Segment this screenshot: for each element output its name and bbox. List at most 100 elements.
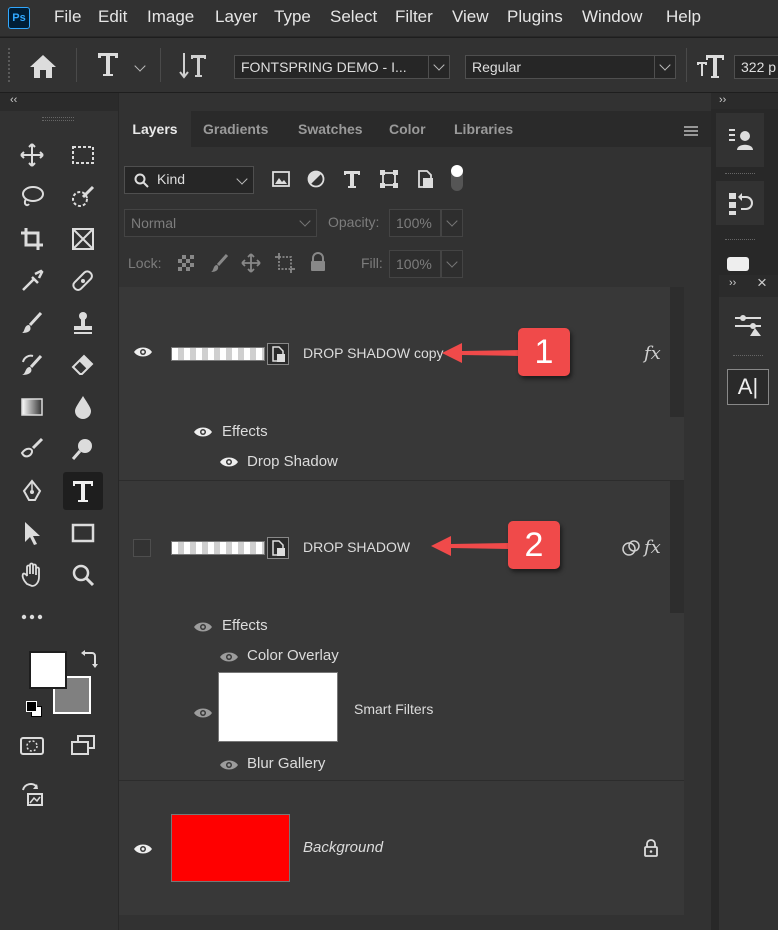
font-size-field[interactable]: 322 p — [734, 55, 778, 79]
dock-properties-button[interactable] — [716, 113, 764, 167]
clone-stamp-tool-icon[interactable] — [63, 304, 103, 342]
menu-view[interactable]: View — [452, 7, 489, 27]
pen-tool-icon[interactable] — [12, 472, 52, 510]
healing-brush-tool-icon[interactable] — [63, 262, 103, 300]
menu-edit[interactable]: Edit — [98, 7, 127, 27]
lock-position-icon[interactable] — [241, 253, 261, 276]
dock-history-button[interactable] — [716, 181, 764, 225]
quick-mask-icon[interactable] — [12, 727, 52, 765]
lock-icon[interactable] — [643, 839, 659, 860]
layer-name[interactable]: DROP SHADOW copy — [303, 345, 444, 361]
edit-toolbar-icon[interactable] — [12, 776, 52, 814]
opacity-arrow[interactable] — [441, 209, 463, 237]
pixel-layer-filter-icon[interactable] — [271, 169, 291, 192]
path-selection-tool-icon[interactable] — [12, 514, 52, 552]
visibility-toggle-off[interactable] — [133, 539, 151, 557]
marquee-tool-icon[interactable] — [63, 136, 103, 174]
history-brush-tool-icon[interactable] — [12, 346, 52, 384]
lock-transparent-pixels-icon[interactable] — [177, 254, 195, 275]
font-family-arrow[interactable] — [428, 55, 450, 79]
frame-tool-icon[interactable] — [63, 220, 103, 258]
tab-gradients[interactable]: Gradients — [203, 111, 268, 147]
toolbar-collapse-bar[interactable]: ‹‹ ‹‹ — [0, 93, 135, 111]
lock-artboard-icon[interactable] — [274, 253, 296, 276]
tab-libraries[interactable]: Libraries — [454, 111, 513, 147]
eraser-tool-icon[interactable] — [63, 346, 103, 384]
brush-tool-icon[interactable] — [12, 304, 52, 342]
fx-icon[interactable]: fx — [644, 343, 661, 364]
chevron-down-icon[interactable] — [134, 60, 146, 72]
dodge-tool-icon[interactable] — [12, 430, 52, 468]
fill-arrow[interactable] — [441, 250, 463, 278]
lock-image-pixels-icon[interactable] — [209, 253, 229, 276]
text-orientation-icon[interactable] — [178, 50, 208, 83]
swap-colors-icon[interactable] — [80, 650, 98, 671]
effect-color-overlay[interactable]: Color Overlay — [247, 647, 339, 664]
double-chevron-right-icon[interactable]: ›› — [729, 277, 736, 289]
quick-selection-tool-icon[interactable] — [63, 178, 103, 216]
dock-stub-icon[interactable] — [727, 257, 749, 271]
lock-all-icon[interactable] — [309, 252, 327, 275]
menu-select[interactable]: Select — [330, 7, 377, 27]
menu-image[interactable]: Image — [147, 7, 194, 27]
blur-tool-icon[interactable] — [63, 388, 103, 426]
font-style-arrow[interactable] — [654, 55, 676, 79]
smart-filters-visibility-eye-icon[interactable] — [193, 706, 213, 723]
adjustment-layer-filter-icon[interactable] — [306, 169, 326, 192]
layer-name[interactable]: Background — [303, 839, 383, 856]
opacity-field[interactable]: 100% — [389, 209, 441, 237]
layer-row-drop-shadow-copy[interactable]: DROP SHADOW copy fx Effects Drop Shadow — [119, 287, 684, 481]
effect-visibility-eye-icon[interactable] — [219, 650, 239, 667]
filter-toggle-switch[interactable] — [451, 165, 463, 191]
dock-adjustments-button[interactable] — [724, 303, 772, 347]
panel-menu-icon[interactable] — [683, 124, 699, 140]
crop-tool-icon[interactable] — [12, 220, 52, 258]
visibility-eye-icon[interactable] — [133, 345, 153, 362]
close-icon[interactable]: × — [757, 273, 767, 293]
tab-layers[interactable]: Layers — [119, 111, 191, 147]
menu-layer[interactable]: Layer — [215, 7, 258, 27]
layer-row-background[interactable]: Background — [119, 781, 684, 915]
menu-filter[interactable]: Filter — [395, 7, 433, 27]
lasso-tool-icon[interactable] — [12, 178, 52, 216]
effects-visibility-eye-icon[interactable] — [193, 620, 213, 637]
smart-filter-mask-thumbnail[interactable] — [218, 672, 338, 742]
tab-swatches[interactable]: Swatches — [298, 111, 363, 147]
move-tool-icon[interactable] — [12, 136, 52, 174]
effect-drop-shadow[interactable]: Drop Shadow — [247, 453, 338, 470]
shape-layer-filter-icon[interactable] — [379, 169, 399, 192]
type-tool-preset-icon[interactable] — [96, 50, 120, 81]
menu-help[interactable]: Help — [666, 7, 701, 27]
hand-tool-icon[interactable] — [12, 556, 52, 594]
menu-window[interactable]: Window — [582, 7, 642, 27]
menu-plugins[interactable]: Plugins — [507, 7, 563, 27]
effects-visibility-eye-icon[interactable] — [193, 425, 213, 442]
menu-type[interactable]: Type — [274, 7, 311, 27]
rectangle-tool-icon[interactable] — [63, 514, 103, 552]
double-chevron-left-icon[interactable]: ‹‹ — [10, 94, 17, 106]
zoom-tool-icon[interactable] — [63, 556, 103, 594]
blend-mode-dropdown[interactable]: Normal — [124, 209, 317, 237]
fx-icon[interactable]: fx — [644, 537, 661, 558]
visibility-eye-icon[interactable] — [133, 842, 153, 859]
more-tools-icon[interactable] — [12, 598, 52, 636]
filter-visibility-eye-icon[interactable] — [219, 758, 239, 775]
font-family-dropdown[interactable]: FONTSPRING DEMO - I... — [234, 55, 429, 79]
character-panel-icon[interactable]: A| — [727, 369, 769, 405]
screen-mode-icon[interactable] — [63, 727, 103, 765]
effect-visibility-eye-icon[interactable] — [219, 455, 239, 472]
type-tool-icon[interactable] — [63, 472, 103, 510]
burn-tool-icon[interactable] — [63, 430, 103, 468]
foreground-color-swatch[interactable] — [29, 651, 67, 689]
tab-color[interactable]: Color — [389, 111, 426, 147]
filter-blur-gallery[interactable]: Blur Gallery — [247, 755, 325, 772]
layer-name[interactable]: DROP SHADOW — [303, 539, 410, 555]
type-layer-filter-icon[interactable] — [342, 169, 362, 192]
menu-file[interactable]: File — [54, 7, 81, 27]
gradient-tool-icon[interactable] — [12, 388, 52, 426]
layer-row-drop-shadow[interactable]: DROP SHADOW fx Effects Color Overlay Sma… — [119, 481, 684, 781]
eyedropper-tool-icon[interactable] — [12, 262, 52, 300]
double-chevron-right-icon[interactable]: ›› — [719, 94, 726, 106]
fill-field[interactable]: 100% — [389, 250, 441, 278]
font-style-dropdown[interactable]: Regular — [465, 55, 655, 79]
